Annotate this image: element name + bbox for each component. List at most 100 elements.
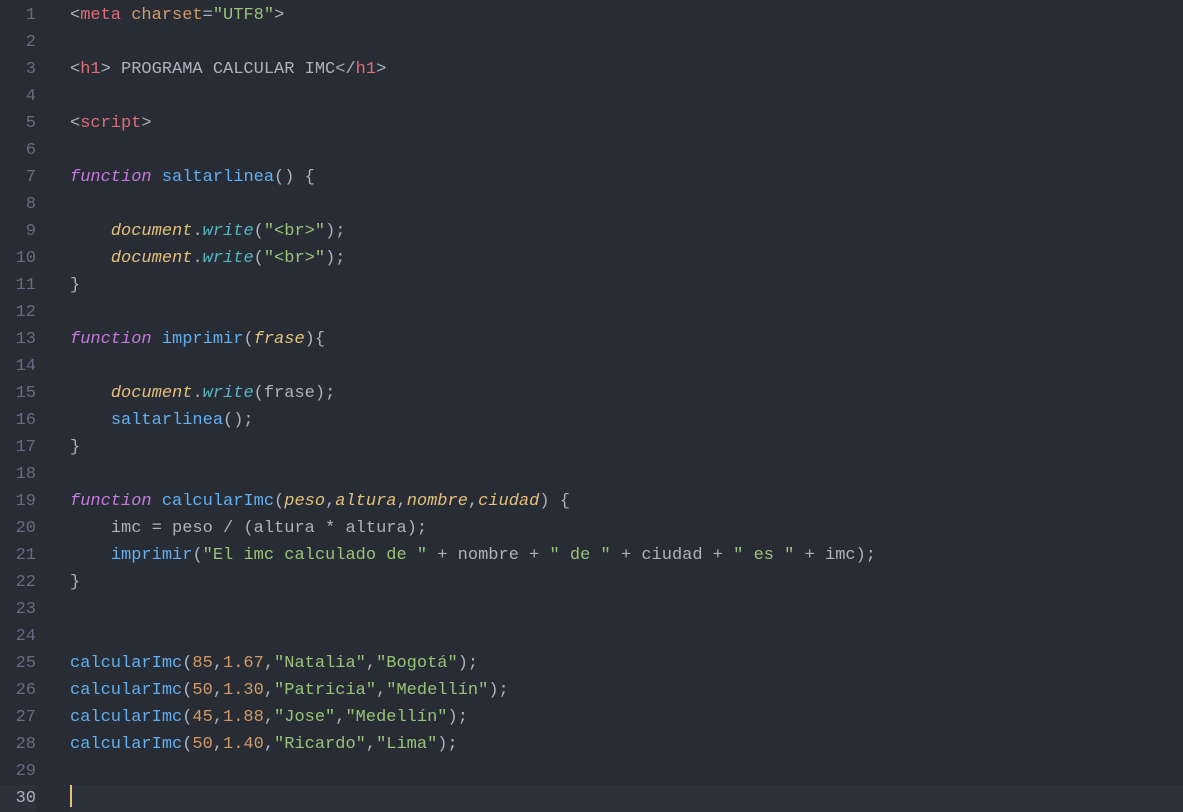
token-str: "Jose" xyxy=(274,708,335,727)
token-str: "Patricia" xyxy=(274,681,376,700)
token-pun: * xyxy=(325,519,335,538)
token-pun: , xyxy=(264,654,274,673)
token-pun: > xyxy=(376,60,386,79)
token-pun: . xyxy=(192,222,202,241)
token-pun: ( xyxy=(192,546,202,565)
code-line[interactable] xyxy=(70,29,1183,56)
line-number: 18 xyxy=(0,461,36,488)
token-pun: ( xyxy=(182,654,192,673)
token-pun: + xyxy=(529,546,539,565)
token-pun: , xyxy=(335,708,345,727)
token-num: 1.30 xyxy=(223,681,264,700)
token-pun: ( xyxy=(274,492,284,511)
code-line[interactable]: } xyxy=(70,434,1183,461)
code-line[interactable]: function imprimir(frase){ xyxy=(70,326,1183,353)
token-txt xyxy=(152,330,162,349)
line-number: 25 xyxy=(0,650,36,677)
token-pun: + xyxy=(805,546,815,565)
token-pun: ); xyxy=(488,681,508,700)
code-line[interactable] xyxy=(70,623,1183,650)
code-line[interactable]: function saltarlinea() { xyxy=(70,164,1183,191)
token-pun: ); xyxy=(315,384,335,403)
token-pun: , xyxy=(213,654,223,673)
code-line[interactable]: calcularImc(50,1.40,"Ricardo","Lima"); xyxy=(70,731,1183,758)
line-number: 20 xyxy=(0,515,36,542)
token-txt xyxy=(70,249,111,268)
line-number: 17 xyxy=(0,434,36,461)
code-line[interactable] xyxy=(70,191,1183,218)
token-pun: ( xyxy=(254,222,264,241)
code-editor[interactable]: 1234567891011121314151617181920212223242… xyxy=(0,0,1183,808)
line-number: 5 xyxy=(0,110,36,137)
token-pun: , xyxy=(264,735,274,754)
line-number: 22 xyxy=(0,569,36,596)
token-str: "Natalia" xyxy=(274,654,366,673)
code-line[interactable]: document.write("<br>"); xyxy=(70,218,1183,245)
code-line[interactable]: calcularImc(50,1.30,"Patricia","Medellín… xyxy=(70,677,1183,704)
token-param: nombre xyxy=(407,492,468,511)
line-number: 1 xyxy=(0,2,36,29)
token-txt: altura xyxy=(335,519,406,538)
token-pun: = xyxy=(152,519,162,538)
token-str: "Ricardo" xyxy=(274,735,366,754)
code-line[interactable]: imprimir("El imc calculado de " + nombre… xyxy=(70,542,1183,569)
token-txt: nombre xyxy=(447,546,529,565)
code-area[interactable]: <meta charset="UTF8"><h1> PROGRAMA CALCU… xyxy=(50,0,1183,808)
token-tag: script xyxy=(80,114,141,133)
code-line[interactable]: <meta charset="UTF8"> xyxy=(70,2,1183,29)
code-line[interactable] xyxy=(70,137,1183,164)
token-txt xyxy=(611,546,621,565)
token-fni: write xyxy=(203,384,254,403)
token-pun: ); xyxy=(856,546,876,565)
token-txt xyxy=(794,546,804,565)
code-line[interactable]: document.write(frase); xyxy=(70,380,1183,407)
line-number: 23 xyxy=(0,596,36,623)
token-fn: calcularImc xyxy=(70,654,182,673)
code-line[interactable]: imc = peso / (altura * altura); xyxy=(70,515,1183,542)
token-tag: h1 xyxy=(356,60,376,79)
token-pun: ); xyxy=(407,519,427,538)
token-num: 1.67 xyxy=(223,654,264,673)
token-txt: imc xyxy=(815,546,856,565)
code-line[interactable] xyxy=(70,353,1183,380)
code-line[interactable] xyxy=(70,461,1183,488)
line-number: 19 xyxy=(0,488,36,515)
token-pun: < xyxy=(70,6,80,25)
code-line[interactable]: <h1> PROGRAMA CALCULAR IMC</h1> xyxy=(70,56,1183,83)
token-pun: . xyxy=(192,249,202,268)
token-pun: = xyxy=(203,6,213,25)
token-str: "El imc calculado de " xyxy=(203,546,427,565)
token-param: frase xyxy=(254,330,305,349)
code-line[interactable]: saltarlinea(); xyxy=(70,407,1183,434)
token-str: "Bogotá" xyxy=(376,654,458,673)
code-line[interactable] xyxy=(70,83,1183,110)
token-fn: imprimir xyxy=(162,330,244,349)
token-tag: h1 xyxy=(80,60,100,79)
token-txt: peso xyxy=(162,519,223,538)
line-number: 28 xyxy=(0,731,36,758)
token-num: 85 xyxy=(192,654,212,673)
code-line[interactable]: calcularImc(85,1.67,"Natalia","Bogotá"); xyxy=(70,650,1183,677)
code-line[interactable]: calcularImc(45,1.88,"Jose","Medellín"); xyxy=(70,704,1183,731)
token-fn: saltarlinea xyxy=(162,168,274,187)
token-pun: ); xyxy=(437,735,457,754)
token-num: 50 xyxy=(192,735,212,754)
line-number-gutter: 1234567891011121314151617181920212223242… xyxy=(0,0,50,808)
token-tag: meta xyxy=(80,6,121,25)
token-num: 45 xyxy=(192,708,212,727)
code-line[interactable]: function calcularImc(peso,altura,nombre,… xyxy=(70,488,1183,515)
token-attr: charset xyxy=(131,6,202,25)
code-line[interactable]: } xyxy=(70,272,1183,299)
code-line[interactable] xyxy=(70,758,1183,785)
token-txt: frase xyxy=(264,384,315,403)
token-str: "UTF8" xyxy=(213,6,274,25)
code-line[interactable] xyxy=(70,299,1183,326)
code-line[interactable]: <script> xyxy=(70,110,1183,137)
token-pun: } xyxy=(70,438,80,457)
token-txt: PROGRAMA CALCULAR IMC xyxy=(111,60,335,79)
code-line[interactable] xyxy=(70,596,1183,623)
code-line[interactable]: } xyxy=(70,569,1183,596)
code-line[interactable]: document.write("<br>"); xyxy=(70,245,1183,272)
token-pun: + xyxy=(437,546,447,565)
token-pun: > xyxy=(101,60,111,79)
